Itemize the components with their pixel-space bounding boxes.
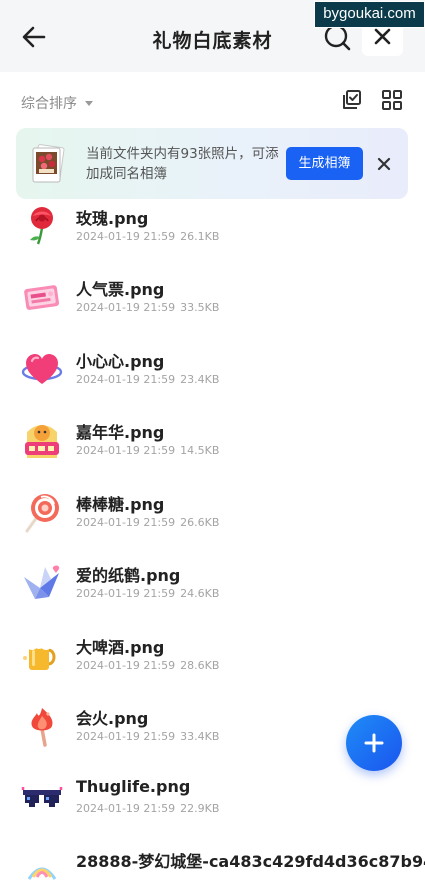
list-item[interactable]: 嘉年华.png 2024-01-19 21:59 14.5KB [0,414,425,485]
list-item[interactable]: 小心心.png 2024-01-19 21:59 23.4KB [0,343,425,414]
file-meta: 2024-01-19 21:59 24.6KB [76,587,219,600]
file-name: 会火.png [76,709,149,728]
file-date: 2024-01-19 21:59 [76,444,176,457]
file-name: Thuglife.png [76,777,191,796]
watermark: bygoukai.com [314,1,425,28]
sort-label: 综合排序 [21,96,77,112]
file-name: 小心心.png [76,352,165,371]
file-date: 2024-01-19 21:59 [76,587,176,600]
file-date: 2024-01-19 21:59 [76,230,176,243]
torch-icon [21,705,63,747]
close-icon [374,28,391,45]
file-size: 28.6KB [180,659,220,672]
file-size: 23.4KB [180,373,220,386]
file-name: 棒棒糖.png [76,495,165,514]
file-date: 2024-01-19 21:59 [76,730,176,743]
file-meta: 2024-01-19 21:59 28.6KB [76,659,219,672]
file-meta: 2024-01-19 21:59 26.6KB [76,516,219,529]
file-name: 人气票.png [76,280,165,299]
caret-down-icon [85,100,93,106]
file-size: 26.1KB [180,230,220,243]
file-meta: 2024-01-19 21:59 33.4KB [76,730,219,743]
file-size: 26.6KB [180,516,220,529]
file-name: 28888-梦幻城堡-ca483c429fd4d36c87b94 [76,852,425,871]
file-size: 24.6KB [180,587,220,600]
add-button[interactable] [346,715,402,771]
list-item[interactable]: 大啤酒.png 2024-01-19 21:59 28.6KB [0,629,425,700]
create-album-button[interactable]: 生成相簿 [286,147,363,180]
list-item[interactable]: 28888-梦幻城堡-ca483c429fd4d36c87b94 [0,843,425,880]
beer-icon [21,634,63,676]
carnival-icon [21,418,63,460]
album-suggestion-banner: 当前文件夹内有93张照片，可添加成同名相簿 生成相簿 [16,128,408,199]
file-name: 大啤酒.png [76,638,165,657]
file-name: 嘉年华.png [76,423,165,442]
file-size: 33.5KB [180,301,220,314]
paper-crane-icon [21,561,63,603]
sunglasses-icon [21,776,63,818]
file-meta: 2024-01-19 21:59 22.9KB [76,802,219,815]
close-icon [377,157,391,171]
list-item[interactable]: 棒棒糖.png 2024-01-19 21:59 26.6KB [0,486,425,557]
list-item[interactable]: 爱的纸鹤.png 2024-01-19 21:59 24.6KB [0,557,425,628]
file-size: 22.9KB [180,802,220,815]
file-meta: 2024-01-19 21:59 23.4KB [76,373,219,386]
file-date: 2024-01-19 21:59 [76,373,176,386]
heart-icon [21,348,63,390]
list-item[interactable]: 人气票.png 2024-01-19 21:59 33.5KB [0,271,425,342]
file-size: 14.5KB [180,444,220,457]
photo-stack-icon [30,143,66,185]
file-size: 33.4KB [180,730,220,743]
file-meta: 2024-01-19 21:59 26.1KB [76,230,219,243]
plus-icon [364,733,384,753]
checklist-icon [343,90,361,109]
ticket-icon [21,276,63,318]
file-date: 2024-01-19 21:59 [76,659,176,672]
list-item[interactable]: 玫瑰.png 2024-01-19 21:59 26.1KB [0,200,425,271]
sort-dropdown[interactable]: 综合排序 [21,93,93,113]
castle-icon [21,849,63,880]
file-meta: 2024-01-19 21:59 33.5KB [76,301,219,314]
file-date: 2024-01-19 21:59 [76,802,176,815]
list-item[interactable]: Thuglife.png 2024-01-19 21:59 22.9KB [0,772,425,843]
rose-icon [21,204,63,246]
file-name: 玫瑰.png [76,209,149,228]
multi-select-button[interactable] [340,89,362,111]
file-meta: 2024-01-19 21:59 14.5KB [76,444,219,457]
grid-icon [382,90,402,110]
dismiss-banner-button[interactable] [377,156,391,171]
file-name: 爱的纸鹤.png [76,566,181,585]
grid-view-button[interactable] [381,89,403,111]
lollipop-icon [21,491,63,533]
file-date: 2024-01-19 21:59 [76,301,176,314]
file-date: 2024-01-19 21:59 [76,516,176,529]
banner-message: 当前文件夹内有93张照片，可添加成同名相簿 [86,146,279,182]
